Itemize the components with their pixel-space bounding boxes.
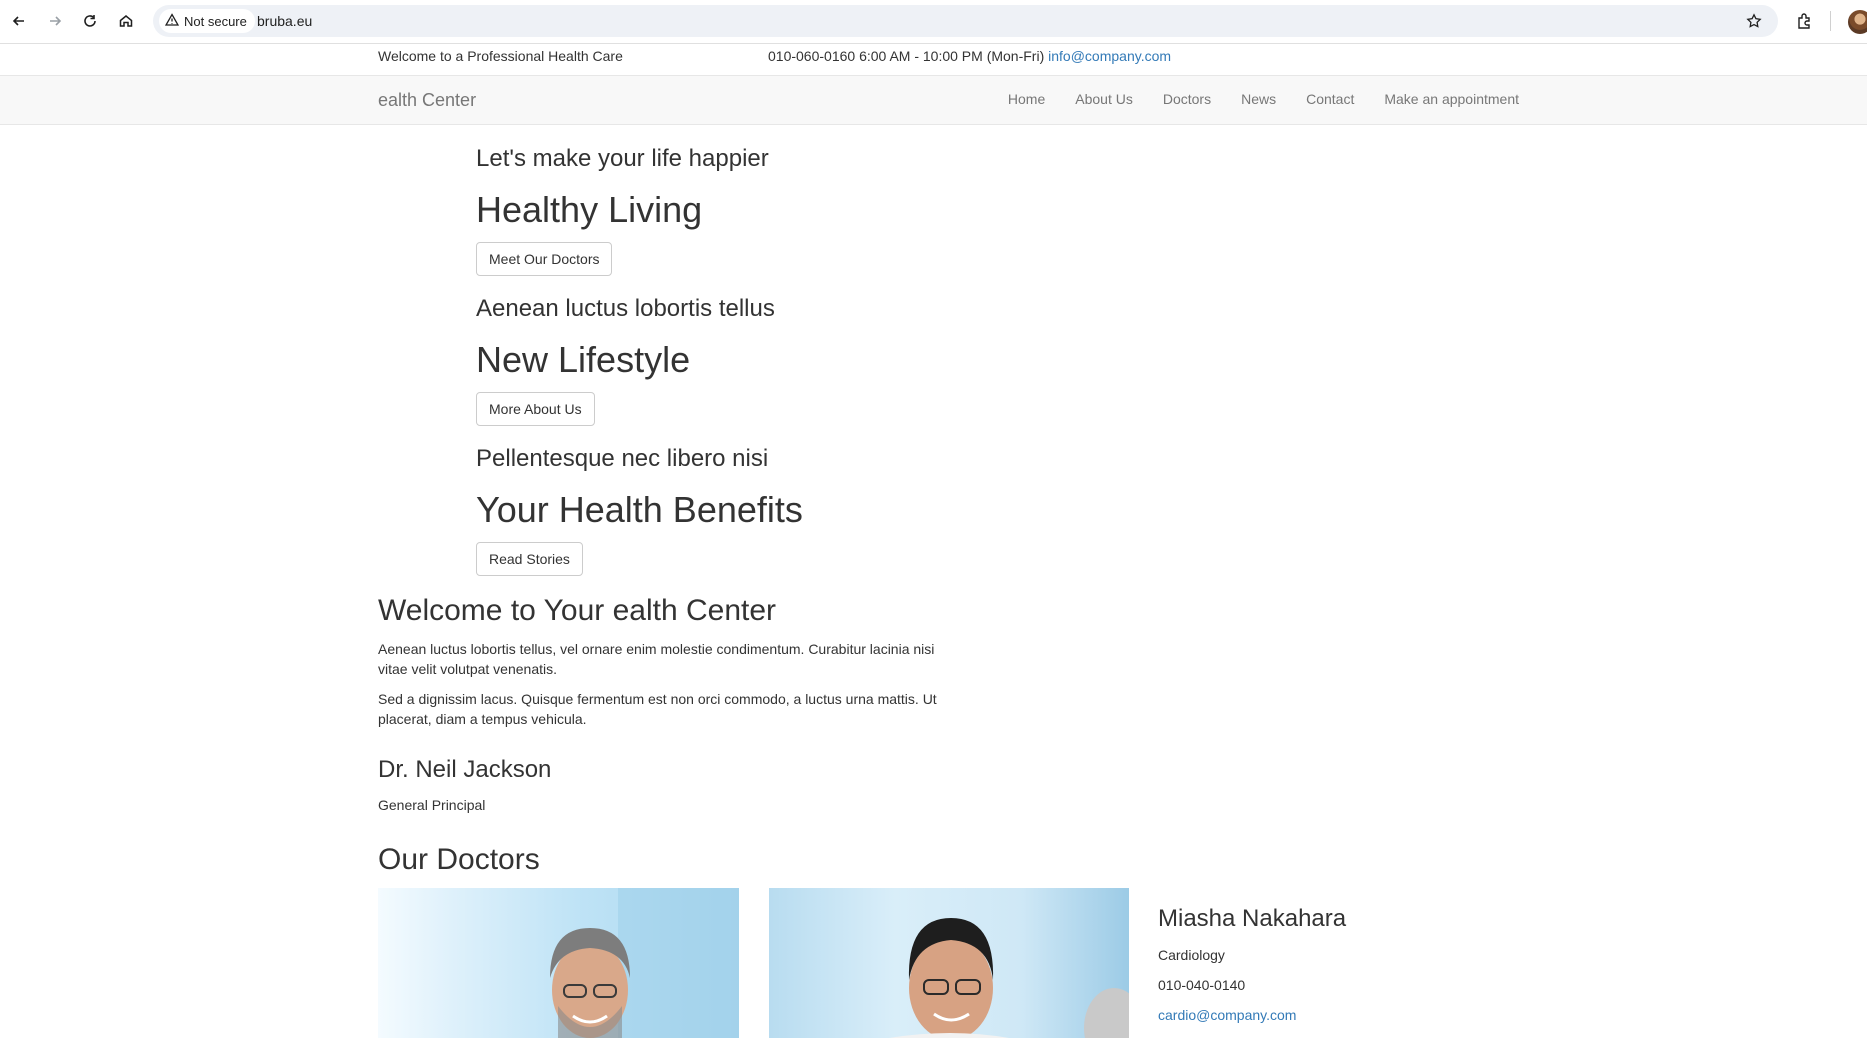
read-stories-button[interactable]: Read Stories — [476, 542, 583, 576]
reload-icon[interactable] — [78, 9, 102, 33]
security-label: Not secure — [184, 13, 247, 29]
slide-subtitle: Pellentesque nec libero nisi — [476, 445, 769, 472]
slide-title: Healthy Living — [476, 189, 703, 230]
nav-about-us[interactable]: About Us — [1075, 91, 1133, 107]
doctor-photo[interactable] — [769, 888, 1129, 1038]
top-info-bar: Welcome to a Professional Health Care 01… — [0, 44, 1867, 75]
home-icon[interactable] — [114, 9, 138, 33]
doctor-name: Dr. Neil Jackson — [378, 756, 552, 783]
main-navbar: ealth Center Home About Us Doctors News … — [0, 75, 1867, 125]
security-chip[interactable]: Not secure — [159, 9, 255, 33]
nav-make-appointment[interactable]: Make an appointment — [1384, 91, 1519, 107]
welcome-paragraph: Sed a dignissim lacus. Quisque fermentum… — [378, 691, 937, 727]
slide-title: New Lifestyle — [476, 339, 691, 380]
slide-subtitle: Aenean luctus lobortis tellus — [476, 295, 775, 322]
welcome-paragraph: Aenean luctus lobortis tellus, vel ornar… — [378, 641, 935, 677]
slide-subtitle: Let's make your life happier — [476, 145, 769, 172]
contact-info: 010-060-0160 6:00 AM - 10:00 PM (Mon-Fri… — [768, 48, 1171, 64]
doctor-email-link[interactable]: cardio@company.com — [1158, 1007, 1296, 1023]
section-heading: Our Doctors — [378, 843, 540, 876]
welcome-text: Welcome to a Professional Health Care — [378, 48, 623, 64]
forward-icon[interactable] — [43, 9, 67, 33]
browser-toolbar: Not secure bruba.eu — [0, 0, 1867, 44]
email-link[interactable]: info@company.com — [1048, 48, 1171, 64]
nav-doctors[interactable]: Doctors — [1163, 91, 1211, 107]
doctor-specialty: Cardiology — [1158, 947, 1225, 963]
doctor-phone: 010-040-0140 — [1158, 977, 1246, 993]
back-icon[interactable] — [7, 9, 31, 33]
warning-icon — [164, 12, 180, 30]
doctor-role: General Principal — [378, 797, 486, 813]
toolbar-divider — [1830, 11, 1831, 31]
extensions-icon[interactable] — [1793, 9, 1817, 33]
nav-home[interactable]: Home — [1008, 91, 1045, 107]
nav-news[interactable]: News — [1241, 91, 1276, 107]
doctor-card-name: Miasha Nakahara — [1158, 905, 1347, 932]
meet-our-doctors-button[interactable]: Meet Our Doctors — [476, 242, 613, 276]
welcome-heading: Welcome to Your ealth Center — [378, 594, 777, 627]
nav-contact[interactable]: Contact — [1306, 91, 1354, 107]
profile-avatar[interactable] — [1848, 10, 1867, 34]
more-about-us-button[interactable]: More About Us — [476, 392, 595, 426]
url-text[interactable]: bruba.eu — [257, 13, 312, 29]
slide-title: Your Health Benefits — [476, 489, 803, 530]
nav-menu: Home About Us Doctors News Contact Make … — [1008, 91, 1519, 107]
phone-hours: 010-060-0160 6:00 AM - 10:00 PM (Mon-Fri… — [768, 48, 1045, 64]
address-bar[interactable]: Not secure bruba.eu — [153, 5, 1778, 37]
brand-logo[interactable]: ealth Center — [378, 90, 476, 111]
bookmark-star-icon[interactable] — [1742, 9, 1766, 33]
doctor-photo[interactable] — [378, 888, 739, 1038]
